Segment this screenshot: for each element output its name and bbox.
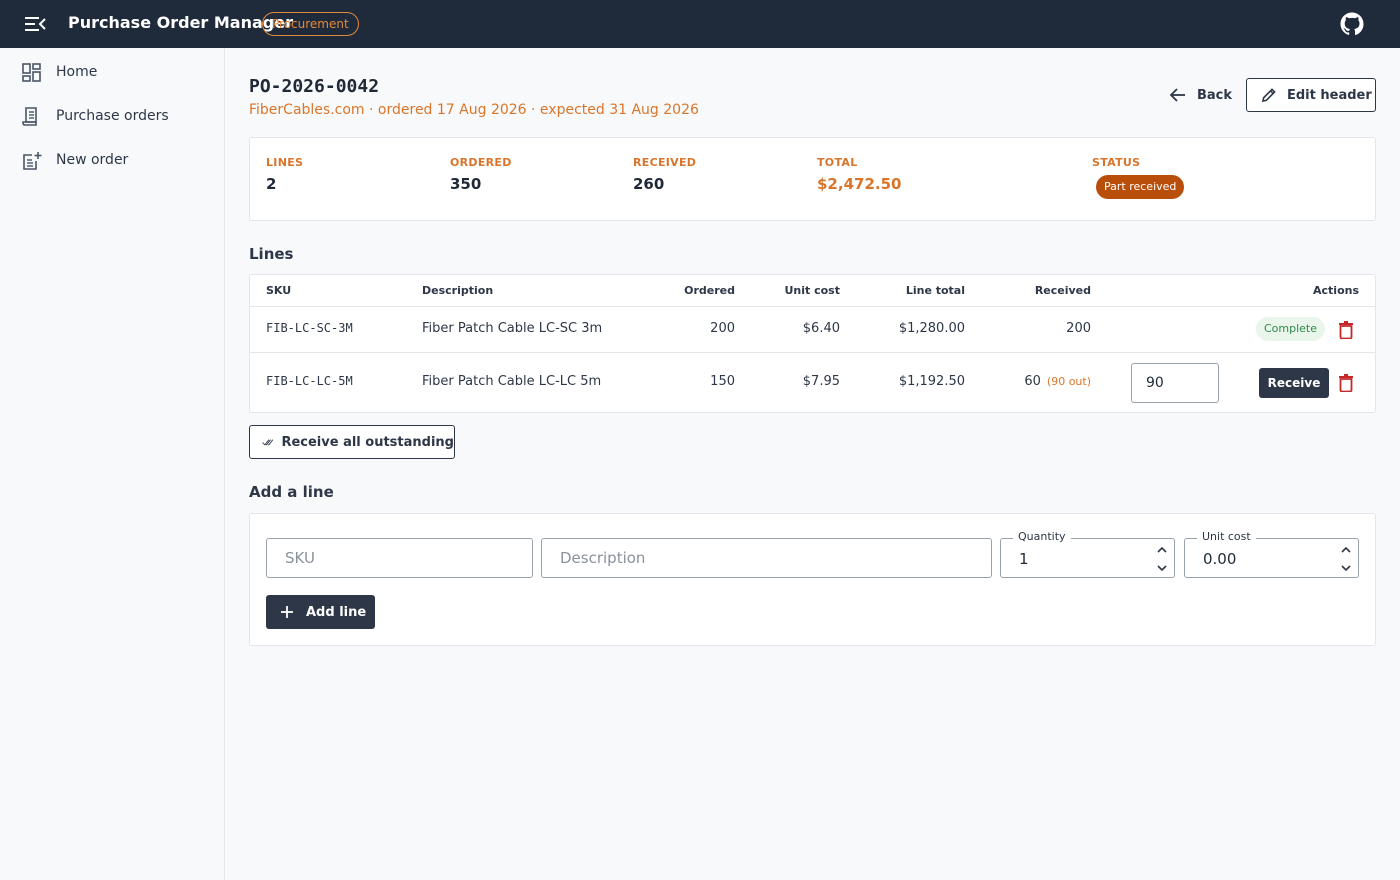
page-title: PO-2026-0042 bbox=[249, 76, 380, 97]
complete-badge: Complete bbox=[1256, 317, 1326, 341]
edit-header-button[interactable]: Edit header bbox=[1246, 78, 1376, 112]
sku-input[interactable] bbox=[267, 539, 532, 577]
stat-label: RECEIVED bbox=[633, 156, 697, 169]
procurement-badge: Procurement bbox=[262, 12, 359, 36]
add-line-label: Add line bbox=[306, 604, 367, 620]
sidebar-item-new-order[interactable]: New order bbox=[0, 141, 224, 181]
cell-ordered: 200 bbox=[710, 321, 735, 336]
receive-all-outstanding-button[interactable]: Receive all outstanding bbox=[249, 425, 455, 459]
status-badge: Part received bbox=[1096, 175, 1185, 199]
cell-unit-cost: $7.95 bbox=[802, 374, 840, 389]
sidebar-item-label: Purchase orders bbox=[56, 108, 169, 124]
description-input[interactable] bbox=[542, 539, 991, 577]
sidebar-item-home[interactable]: Home bbox=[0, 53, 224, 93]
add-line-card: Quantity Unit cost Add line bbox=[249, 513, 1376, 646]
column-header-description: Description bbox=[422, 284, 494, 297]
quantity-label: Quantity bbox=[1013, 530, 1071, 543]
column-header-sku: SKU bbox=[266, 284, 292, 297]
sidebar-item-label: New order bbox=[56, 152, 129, 168]
cell-ordered: 150 bbox=[710, 374, 735, 389]
description-field bbox=[541, 538, 992, 578]
delete-icon[interactable] bbox=[1338, 321, 1354, 339]
stat-value: 350 bbox=[450, 175, 482, 193]
table-row: FIB-LC-SC-3M Fiber Patch Cable LC-SC 3m … bbox=[250, 306, 1375, 352]
stat-value: $2,472.50 bbox=[817, 175, 902, 193]
stat-label: ORDERED bbox=[450, 156, 512, 169]
column-header-ordered: Ordered bbox=[684, 284, 735, 297]
stat-label: TOTAL bbox=[817, 156, 858, 169]
quantity-field: Quantity bbox=[1000, 530, 1175, 578]
cell-received: 60 (90 out) bbox=[1024, 374, 1091, 389]
menu-collapse-icon[interactable] bbox=[24, 14, 46, 34]
pencil-icon bbox=[1261, 88, 1276, 103]
arrow-left-icon bbox=[1169, 88, 1185, 102]
stat-value: 2 bbox=[266, 175, 277, 193]
sidebar-item-purchase-orders[interactable]: Purchase orders bbox=[0, 97, 224, 137]
column-header-unit-cost: Unit cost bbox=[784, 284, 840, 297]
outstanding-count: (90 out) bbox=[1046, 375, 1091, 388]
cell-unit-cost: $6.40 bbox=[802, 321, 840, 336]
sidebar: Home Purchase orders New order bbox=[0, 48, 225, 880]
column-header-received: Received bbox=[1034, 284, 1091, 297]
cell-received: 200 bbox=[1066, 321, 1091, 336]
unit-cost-field: Unit cost bbox=[1184, 530, 1359, 578]
receive-quantity-input[interactable] bbox=[1131, 363, 1219, 403]
stat-status: STATUS Part received bbox=[1092, 156, 1185, 199]
cell-description: Fiber Patch Cable LC-SC 3m bbox=[422, 321, 603, 336]
order-subtitle: FiberCables.com · ordered 17 Aug 2026 · … bbox=[249, 102, 699, 118]
cell-sku: FIB-LC-LC-5M bbox=[266, 374, 353, 388]
stat-value: 260 bbox=[633, 175, 665, 193]
sidebar-item-label: Home bbox=[56, 64, 98, 80]
quantity-stepper[interactable] bbox=[1001, 539, 1174, 577]
cell-line-total: $1,280.00 bbox=[898, 321, 965, 336]
order-summary-card: LINES 2 ORDERED 350 RECEIVED 260 TOTAL $… bbox=[249, 137, 1376, 221]
receipt-icon bbox=[22, 107, 37, 126]
sku-field bbox=[266, 538, 533, 578]
stepper-arrows-icon[interactable] bbox=[1340, 543, 1352, 575]
receive-all-label: Receive all outstanding bbox=[281, 434, 454, 450]
back-button[interactable]: Back bbox=[1169, 82, 1232, 108]
unit-cost-label: Unit cost bbox=[1197, 530, 1256, 543]
edit-header-label: Edit header bbox=[1287, 87, 1372, 103]
double-check-icon bbox=[262, 439, 274, 446]
stat-label: STATUS bbox=[1092, 156, 1141, 169]
add-line-section-title: Add a line bbox=[249, 483, 334, 501]
received-count: 60 bbox=[1024, 374, 1041, 389]
cell-sku: FIB-LC-SC-3M bbox=[266, 321, 353, 335]
stepper-arrows-icon[interactable] bbox=[1156, 543, 1168, 575]
app-title: Purchase Order Manager bbox=[68, 13, 293, 32]
add-document-icon bbox=[23, 152, 42, 170]
column-header-actions: Actions bbox=[1313, 284, 1359, 297]
delete-icon[interactable] bbox=[1338, 374, 1354, 392]
cell-line-total: $1,192.50 bbox=[898, 374, 965, 389]
stat-label: LINES bbox=[266, 156, 304, 169]
stat-lines: LINES 2 bbox=[266, 156, 303, 193]
lines-table: SKU Description Ordered Unit cost Line t… bbox=[249, 274, 1376, 413]
cell-description: Fiber Patch Cable LC-LC 5m bbox=[422, 374, 602, 389]
top-app-bar: Purchase Order Manager Procurement bbox=[0, 0, 1400, 48]
column-header-line-total: Line total bbox=[905, 284, 965, 297]
table-row: FIB-LC-LC-5M Fiber Patch Cable LC-LC 5m … bbox=[250, 352, 1375, 412]
stat-total: TOTAL $2,472.50 bbox=[817, 156, 901, 193]
add-line-button[interactable]: Add line bbox=[266, 595, 375, 629]
github-icon[interactable] bbox=[1340, 12, 1364, 36]
stat-ordered: ORDERED 350 bbox=[450, 156, 512, 193]
dashboard-icon bbox=[22, 63, 41, 82]
plus-icon bbox=[281, 606, 293, 618]
lines-section-title: Lines bbox=[249, 245, 294, 263]
unit-cost-stepper[interactable] bbox=[1185, 539, 1358, 577]
receive-button[interactable]: Receive bbox=[1259, 368, 1329, 398]
stat-received: RECEIVED 260 bbox=[633, 156, 696, 193]
back-label: Back bbox=[1197, 87, 1233, 103]
